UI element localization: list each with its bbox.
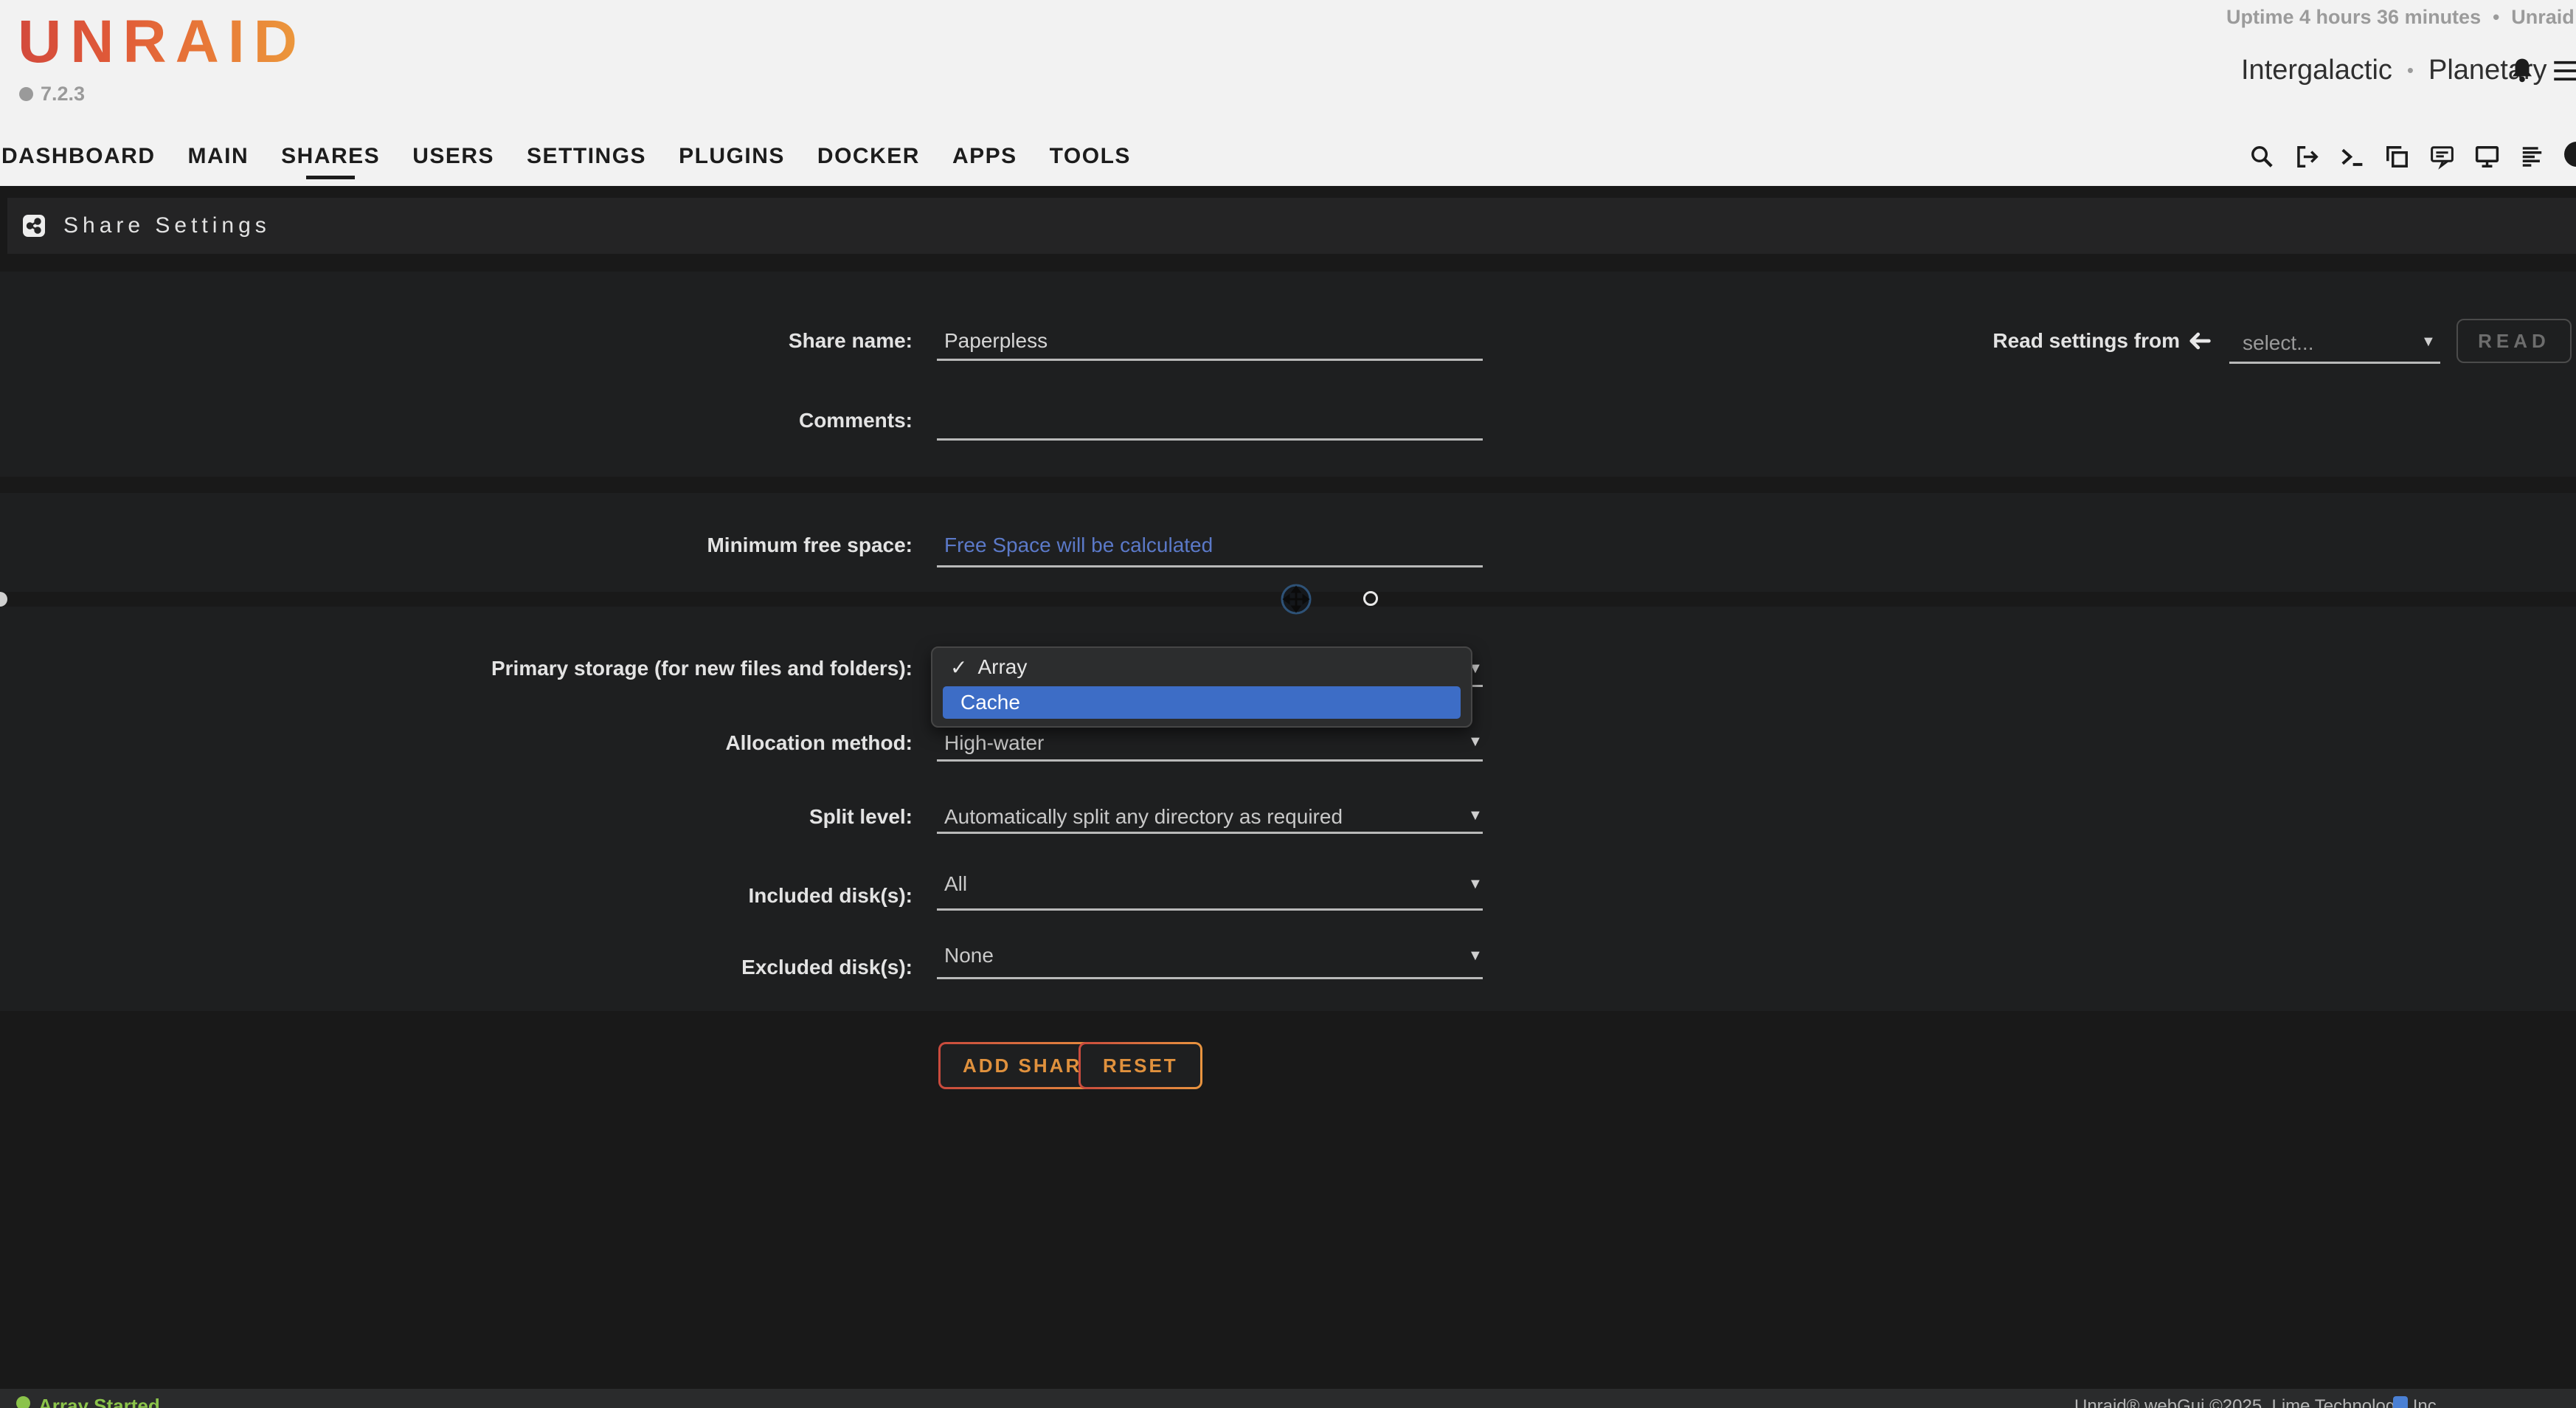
version-label: 7.2.3: [41, 83, 85, 106]
dropdown-option-array[interactable]: ✓ Array: [932, 648, 1471, 686]
nav-apps[interactable]: APPS: [952, 144, 1017, 169]
check-icon: ✓: [950, 655, 967, 680]
dropdown-option-label: Array: [977, 655, 1027, 679]
excluded-disks-select[interactable]: None: [944, 943, 994, 968]
array-status-text: Array Started: [38, 1395, 160, 1408]
input-underline: [937, 565, 1483, 567]
nav-tools[interactable]: TOOLS: [1050, 144, 1131, 169]
separator-dot: •: [2407, 59, 2414, 82]
version-badge: 7.2.3: [19, 83, 85, 106]
included-disks-select[interactable]: All: [944, 872, 967, 897]
read-settings-select[interactable]: select...: [2243, 331, 2313, 356]
copy-icon[interactable]: [2383, 143, 2411, 170]
panel-identity: [0, 272, 2576, 477]
copyright-text: Unraid® webGui ©2025, Lime Technology, I…: [2074, 1396, 2441, 1408]
main-nav: DASHBOARD MAIN SHARES USERS SETTINGS PLU…: [1, 137, 1131, 176]
included-disks-label: Included disk(s):: [749, 883, 913, 908]
dropdown-option-label: Cache: [960, 691, 1020, 714]
reset-button[interactable]: RESET: [1078, 1042, 1202, 1089]
input-underline: [937, 438, 1483, 441]
dropdown-option-cache[interactable]: Cache: [943, 686, 1461, 719]
feedback-icon[interactable]: [2428, 143, 2456, 170]
input-underline: [937, 977, 1483, 979]
primary-storage-label: Primary storage (for new files and folde…: [491, 656, 913, 681]
reset-button-label: RESET: [1081, 1044, 1200, 1087]
allocation-method-select[interactable]: High-water: [944, 731, 1044, 756]
move-cursor-icon: [1280, 583, 1312, 615]
nav-shares[interactable]: SHARES: [281, 144, 380, 169]
split-level-select[interactable]: Automatically split any directory as req…: [944, 804, 1343, 829]
input-underline: [937, 832, 1483, 834]
nav-main[interactable]: MAIN: [188, 144, 249, 169]
nav-docker[interactable]: DOCKER: [817, 144, 920, 169]
chevron-down-icon[interactable]: ▼: [1468, 807, 1483, 824]
chevron-down-icon[interactable]: ▼: [2421, 334, 2436, 351]
page-title-bar: Share Settings: [7, 198, 2576, 254]
header: UNRAID 7.2.3 Uptime 4 hours 36 minutes •…: [0, 0, 2576, 186]
version-icon: [19, 87, 33, 101]
log-icon[interactable]: [2518, 143, 2546, 170]
chevron-down-icon[interactable]: ▼: [1468, 876, 1483, 893]
unraid-share-settings-screen: UNRAID 7.2.3 Uptime 4 hours 36 minutes •…: [0, 0, 2576, 1408]
primary-storage-dropdown: ✓ Array Cache: [931, 646, 1472, 728]
search-icon[interactable]: [2248, 143, 2276, 170]
terminal-icon[interactable]: [2338, 143, 2366, 170]
theme-toggle-icon[interactable]: [2564, 142, 2576, 167]
uptime-text: Uptime 4 hours 36 minutes: [2226, 6, 2481, 29]
notifications-bell-icon[interactable]: [2508, 56, 2536, 84]
share-icon: [22, 214, 46, 238]
input-underline: [2229, 362, 2440, 364]
input-underline: [937, 359, 1483, 361]
separator-dot: •: [2493, 6, 2499, 29]
unraid-logo[interactable]: UNRAID: [18, 7, 306, 77]
chevron-down-icon[interactable]: ▼: [1468, 948, 1483, 964]
page-title: Share Settings: [63, 213, 271, 238]
min-free-space-label: Minimum free space:: [707, 533, 913, 558]
comments-input[interactable]: [944, 408, 1475, 433]
split-level-label: Split level:: [809, 804, 913, 829]
allocation-method-label: Allocation method:: [725, 731, 913, 756]
arrow-left-icon: [2187, 328, 2213, 354]
edge-handle-icon: [0, 592, 7, 607]
array-status-icon: [16, 1396, 30, 1408]
server-line: Intergalactic • Planetary: [2241, 55, 2547, 86]
nav-settings[interactable]: SETTINGS: [527, 144, 646, 169]
click-indicator-icon: [1363, 591, 1378, 606]
read-settings-label: Read settings from: [1992, 328, 2180, 353]
read-button[interactable]: READ: [2456, 319, 2572, 363]
server-name[interactable]: Intergalactic: [2241, 55, 2392, 86]
nav-plugins[interactable]: PLUGINS: [679, 144, 785, 169]
excluded-disks-label: Excluded disk(s):: [741, 955, 913, 980]
share-name-input[interactable]: [944, 328, 1475, 353]
menu-hamburger-icon[interactable]: [2552, 59, 2576, 83]
logout-icon[interactable]: [2293, 143, 2321, 170]
display-icon[interactable]: [2473, 143, 2501, 170]
nav-dashboard[interactable]: DASHBOARD: [1, 144, 156, 169]
comments-label: Comments:: [799, 408, 913, 433]
footer-bar: Array Started Unraid® webGui ©2025, Lime…: [0, 1389, 2576, 1408]
share-name-label: Share name:: [789, 328, 913, 353]
uptime-line: Uptime 4 hours 36 minutes • Unraid OS St…: [2226, 6, 2576, 29]
os-name: Unraid OS: [2511, 6, 2576, 29]
input-underline: [937, 908, 1483, 911]
flash-backup-icon[interactable]: [2393, 1396, 2408, 1408]
min-free-space-input[interactable]: [944, 533, 1475, 558]
chevron-down-icon[interactable]: ▼: [1468, 734, 1483, 750]
nav-users[interactable]: USERS: [412, 144, 494, 169]
input-underline: [937, 759, 1483, 762]
toolbar-icons: [2248, 137, 2546, 176]
